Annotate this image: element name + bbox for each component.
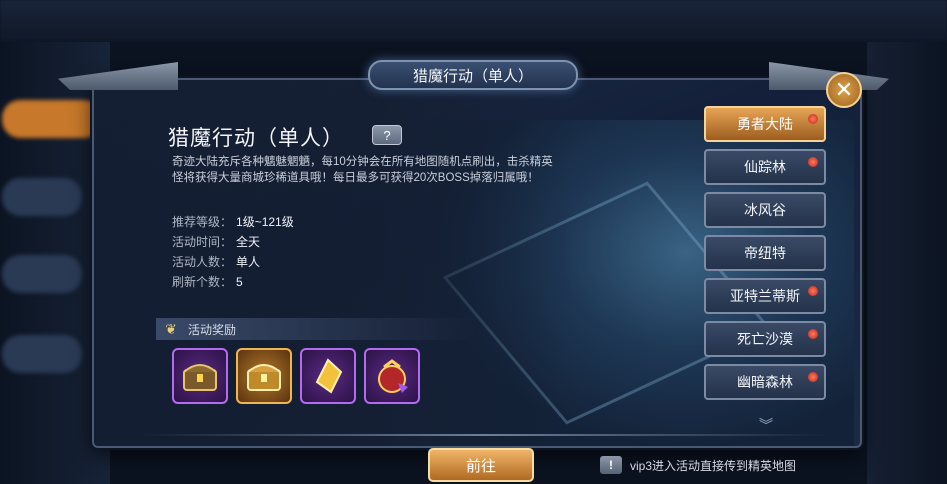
scroll-down-icon[interactable]: ︾ (744, 415, 788, 433)
close-icon: ✕ (834, 77, 854, 102)
map-button-fairy-forest[interactable]: 仙踪林 (704, 149, 826, 185)
map-button-ice-valley[interactable]: 冰风谷 (704, 192, 826, 228)
background-menu-tab (2, 335, 82, 373)
info-label: 推荐等级： (172, 215, 233, 229)
vip-tip-text: vip3进入活动直接传到精英地图 (630, 458, 797, 473)
close-button[interactable]: ✕ (826, 72, 862, 108)
activity-description: 奇迹大陆充斥各种魑魅魍魉，每10分钟会在所有地图随机点刷出，击杀精英 怪将获得大… (172, 154, 602, 186)
background-right-menu (867, 42, 947, 484)
info-label: 活动时间： (172, 235, 233, 249)
divider (140, 434, 830, 436)
info-row-level: 推荐等级： 1级~121级 (172, 212, 294, 232)
reward-list (172, 348, 420, 404)
info-value: 5 (236, 275, 243, 289)
map-button-dark-forest[interactable]: 幽暗森林 (704, 364, 826, 400)
map-label: 帝纽特 (744, 245, 786, 261)
map-button-brave-continent[interactable]: 勇者大陆 (704, 106, 826, 142)
description-line: 奇迹大陆充斥各种魑魅魍魉，每10分钟会在所有地图随机点刷出，击杀精英 (172, 156, 553, 168)
info-row-refresh: 刷新个数： 5 (172, 272, 294, 292)
background-menu-tab (2, 178, 82, 216)
map-label: 冰风谷 (744, 202, 786, 218)
red-dot-icon (808, 329, 818, 339)
vip-tip: ! vip3进入活动直接传到精英地图 (600, 456, 796, 474)
info-value: 单人 (236, 255, 261, 269)
map-list: 勇者大陆 仙踪林 冰风谷 帝纽特 亚特兰蒂斯 死亡沙漠 幽暗森林 (704, 106, 828, 407)
info-value: 全天 (236, 235, 261, 249)
map-label: 死亡沙漠 (737, 331, 793, 347)
background-menu-tab (2, 100, 102, 138)
map-label: 勇者大陆 (737, 116, 793, 132)
map-button-atlantis[interactable]: 亚特兰蒂斯 (704, 278, 826, 314)
gift-bag-icon[interactable] (364, 348, 420, 404)
map-button-dinute[interactable]: 帝纽特 (704, 235, 826, 271)
help-button[interactable]: ? (372, 125, 402, 145)
background-top-bar (0, 0, 947, 42)
panel-header: 猎魔行动（单人） (368, 60, 578, 90)
exclamation-icon: ! (600, 456, 622, 474)
gold-crystal-icon[interactable] (300, 348, 356, 404)
background-menu-tab (2, 255, 82, 293)
info-label: 刷新个数： (172, 275, 233, 289)
map-label: 幽暗森林 (737, 374, 793, 390)
red-dot-icon (808, 372, 818, 382)
rewards-header: ❦ 活动奖励 (156, 318, 476, 340)
info-value: 1级~121级 (236, 215, 294, 229)
treasure-chest-icon[interactable] (172, 348, 228, 404)
wings-emblem-icon: ❦ (165, 320, 177, 337)
question-icon: ? (383, 127, 391, 143)
info-label: 活动人数： (172, 255, 233, 269)
red-dot-icon (808, 157, 818, 167)
info-row-players: 活动人数： 单人 (172, 252, 294, 272)
go-button[interactable]: 前往 (428, 448, 534, 482)
red-dot-icon (808, 114, 818, 124)
red-dot-icon (808, 286, 818, 296)
map-button-death-desert[interactable]: 死亡沙漠 (704, 321, 826, 357)
info-row-time: 活动时间： 全天 (172, 232, 294, 252)
activity-info: 推荐等级： 1级~121级 活动时间： 全天 活动人数： 单人 刷新个数： 5 (172, 212, 294, 292)
map-label: 亚特兰蒂斯 (730, 288, 800, 304)
description-line: 怪将获得大量商城珍稀道具哦！每日最多可获得20次BOSS掉落归属哦！ (172, 172, 539, 184)
activity-title: 猎魔行动（单人） (168, 127, 344, 150)
map-label: 仙踪林 (744, 159, 786, 175)
treasure-chest-icon[interactable] (236, 348, 292, 404)
rewards-header-label: 活动奖励 (188, 322, 237, 337)
